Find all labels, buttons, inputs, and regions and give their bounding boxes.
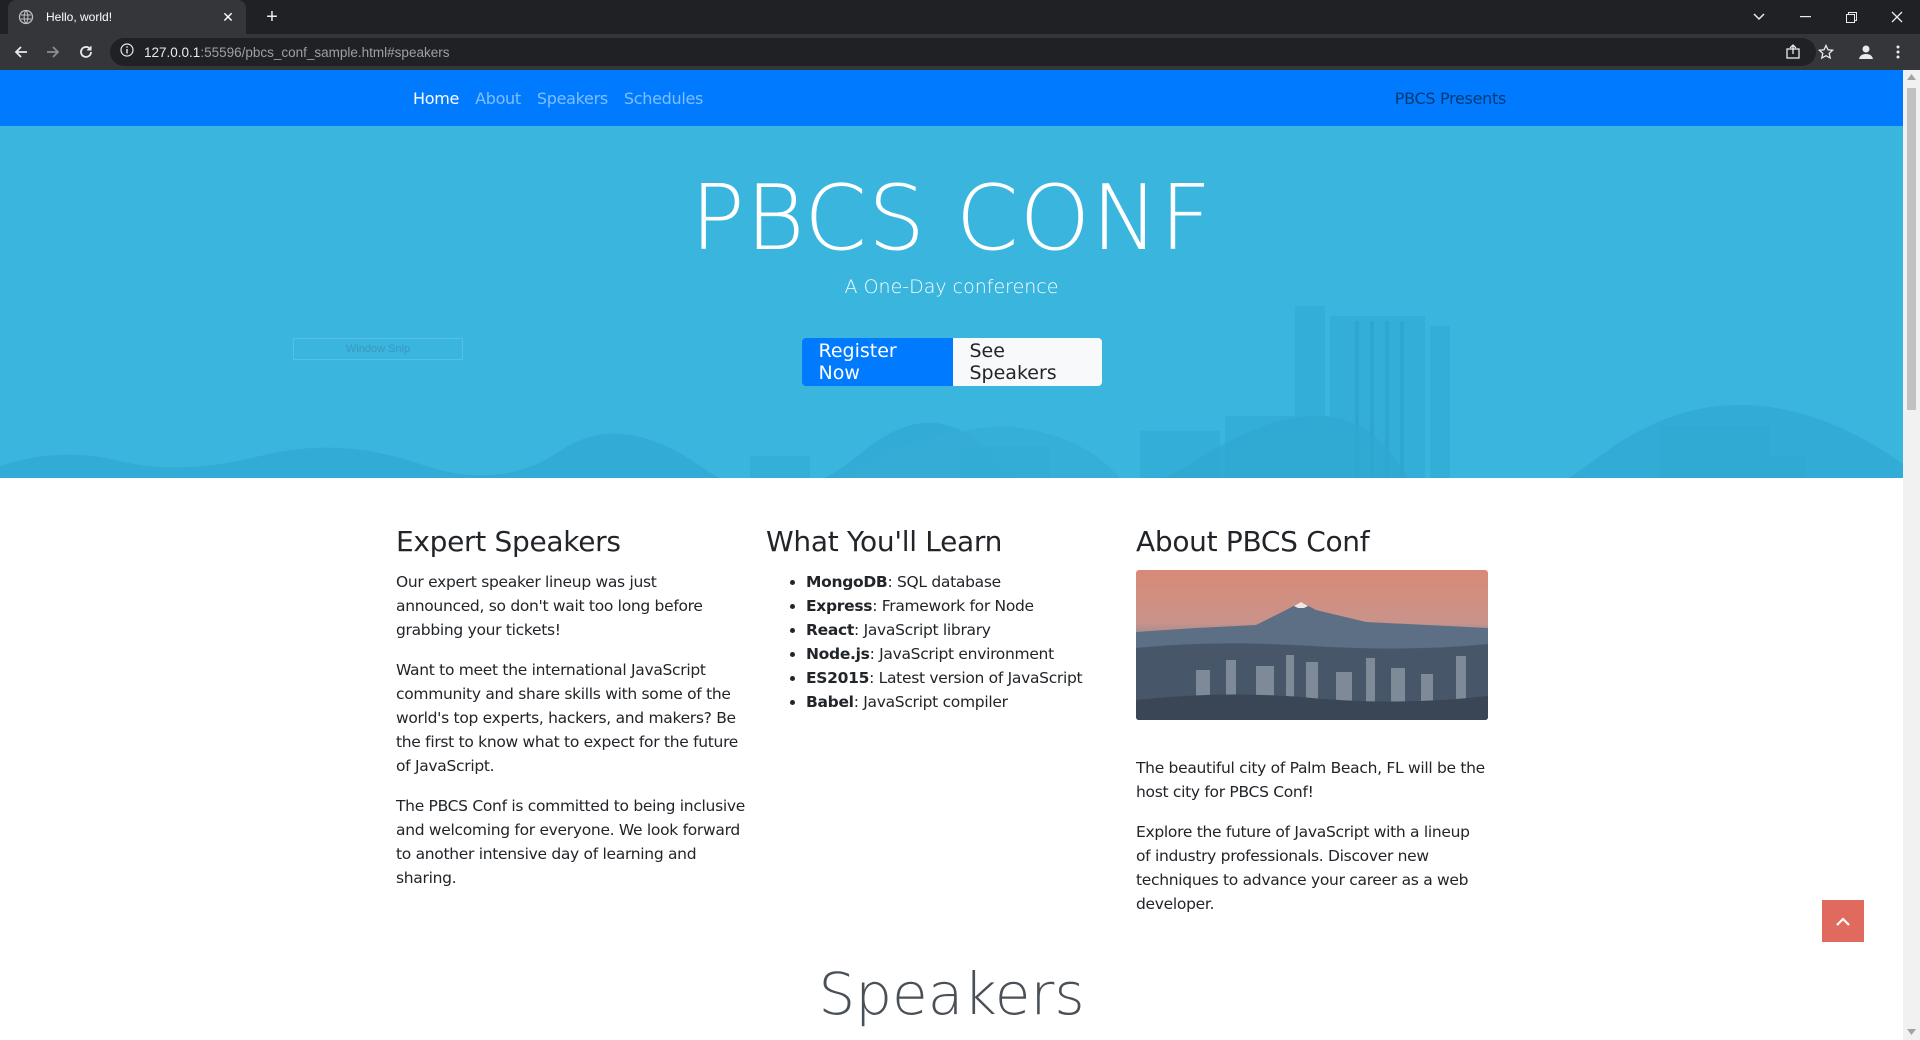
list-item-desc: : SQL database [887, 573, 1001, 591]
hero-banner: Window Snip PBCS CONF A One-Day conferen… [0, 126, 1903, 478]
nav-link-home[interactable]: Home [405, 89, 467, 108]
list-item: Express: Framework for Node [806, 594, 1136, 618]
list-item-term: Node.js [806, 645, 870, 663]
url-path: :55596/pbcs_conf_sample.html#speakers [200, 44, 450, 60]
list-item-term: Babel [806, 693, 854, 711]
forward-icon[interactable] [41, 40, 65, 64]
tab-search-icon[interactable] [1736, 0, 1782, 34]
tab-title: Hello, world! [46, 10, 113, 24]
close-tab-icon[interactable]: ✕ [220, 9, 236, 26]
page-viewport: Home About Speakers Schedules PBCS Prese… [0, 70, 1903, 1040]
features-section: Expert Speakers Our expert speaker lineu… [396, 525, 1506, 932]
about-pbcs-paragraph: Explore the future of JavaScript with a … [1136, 823, 1470, 913]
learn-list: MongoDB: SQL database Express: Framework… [806, 570, 1136, 714]
restore-icon[interactable] [1828, 0, 1874, 34]
list-item-term: Express [806, 597, 873, 615]
new-tab-button[interactable]: + [260, 5, 284, 29]
expert-speakers-heading: Expert Speakers [396, 525, 621, 558]
browser-toolbar: 127.0.0.1:55596/pbcs_conf_sample.html#sp… [0, 34, 1920, 70]
info-icon[interactable] [120, 42, 134, 62]
list-item-term: React [806, 621, 855, 639]
chevron-up-icon [1836, 916, 1850, 926]
about-pbcs-paragraph: The beautiful city of Palm Beach, FL wil… [1136, 759, 1485, 801]
about-pbcs-column: About PBCS Conf The beautiful city of Pa… [1136, 525, 1506, 932]
list-item-desc: : JavaScript environment [869, 645, 1055, 663]
list-item: MongoDB: SQL database [806, 570, 1136, 594]
page-scrollbar[interactable] [1903, 70, 1920, 1040]
list-item: Node.js: JavaScript environment [806, 642, 1136, 666]
nav-links: Home About Speakers Schedules [405, 70, 711, 126]
nav-link-schedules[interactable]: Schedules [616, 89, 711, 108]
scrollbar-thumb[interactable] [1907, 88, 1916, 410]
nav-link-speakers[interactable]: Speakers [529, 89, 616, 108]
share-icon[interactable] [1781, 40, 1805, 64]
expert-speakers-paragraph: Our expert speaker lineup was just annou… [396, 573, 703, 639]
scroll-up-arrow-icon[interactable] [1907, 73, 1916, 81]
see-speakers-button[interactable]: See Speakers [952, 338, 1102, 386]
list-item-term: ES2015 [806, 669, 870, 687]
what-youll-learn-column: What You'll Learn MongoDB: SQL database … [766, 525, 1136, 932]
url-host: 127.0.0.1 [144, 44, 201, 60]
nav-brand[interactable]: PBCS Presents [1395, 70, 1507, 126]
speakers-section-heading: Speakers [818, 960, 1085, 1028]
back-icon[interactable] [9, 40, 33, 64]
about-pbcs-heading: About PBCS Conf [1136, 525, 1370, 558]
hero-title: PBCS CONF [690, 166, 1213, 271]
list-item-term: MongoDB [806, 573, 888, 591]
nav-link-about[interactable]: About [467, 89, 529, 108]
list-item: React: JavaScript library [806, 618, 1136, 642]
close-window-icon[interactable] [1874, 0, 1920, 34]
url-text: 127.0.0.1:55596/pbcs_conf_sample.html#sp… [144, 45, 449, 60]
expert-speakers-paragraph: Want to meet the international JavaScrip… [396, 661, 739, 775]
list-item-desc: : Framework for Node [872, 597, 1034, 615]
browser-tab[interactable]: Hello, world! ✕ [8, 0, 246, 34]
list-item-desc: : JavaScript compiler [853, 693, 1008, 711]
list-item: Babel: JavaScript compiler [806, 690, 1136, 714]
profile-icon[interactable] [1854, 40, 1878, 64]
site-navbar: Home About Speakers Schedules PBCS Prese… [0, 70, 1903, 126]
hero-buttons: Register Now See Speakers [0, 338, 1903, 386]
expert-speakers-column: Expert Speakers Our expert speaker lineu… [396, 525, 766, 932]
register-now-button[interactable]: Register Now [801, 338, 953, 386]
expert-speakers-paragraph: The PBCS Conf is committed to being incl… [396, 797, 745, 887]
kebab-menu-icon[interactable] [1886, 40, 1910, 64]
hero-subtitle: A One-Day conference [844, 276, 1059, 298]
address-bar[interactable]: 127.0.0.1:55596/pbcs_conf_sample.html#sp… [110, 38, 1816, 66]
list-item-desc: : JavaScript library [854, 621, 991, 639]
globe-icon [18, 9, 34, 25]
list-item: ES2015: Latest version of JavaScript [806, 666, 1136, 690]
minimize-icon[interactable] [1782, 0, 1828, 34]
list-item-desc: : Latest version of JavaScript [869, 669, 1083, 687]
scroll-down-arrow-icon[interactable] [1907, 1028, 1916, 1036]
reload-icon[interactable] [74, 40, 98, 64]
bookmark-star-icon[interactable] [1814, 40, 1838, 64]
city-photo [1136, 570, 1488, 720]
browser-tab-strip: Hello, world! ✕ + [0, 0, 1920, 34]
back-to-top-button[interactable] [1822, 900, 1864, 942]
what-youll-learn-heading: What You'll Learn [766, 525, 1003, 558]
